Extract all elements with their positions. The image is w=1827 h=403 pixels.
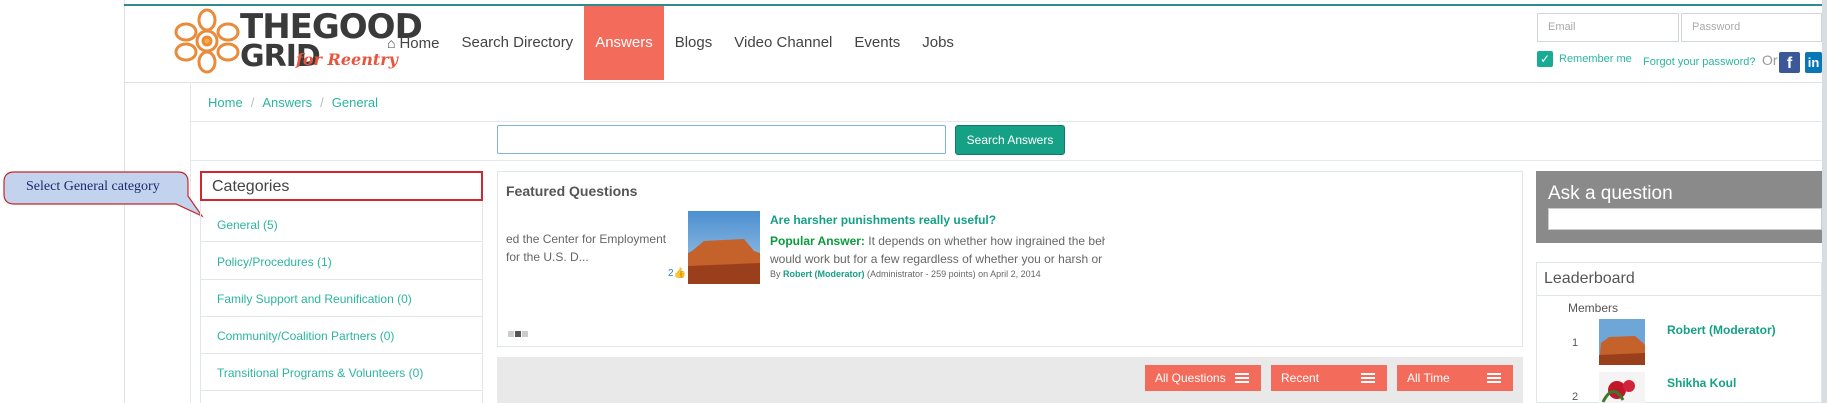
- answer-date: on April 2, 2014: [978, 269, 1041, 279]
- nav-blogs[interactable]: Blogs: [664, 6, 724, 80]
- category-divider: [200, 279, 483, 280]
- ask-question-title: Ask a question: [1548, 183, 1673, 204]
- leader-rank: 2: [1572, 391, 1579, 403]
- leaderboard-title: Leaderboard: [1544, 270, 1635, 287]
- tab-all-questions[interactable]: All Questions: [1145, 365, 1261, 391]
- tab-all-time[interactable]: All Time: [1397, 365, 1513, 391]
- main-nav: ⌂ Home Search Directory Answers Blogs Vid…: [376, 6, 965, 80]
- snippet-line: for the U.S. D...: [506, 250, 589, 264]
- carousel-dot-active[interactable]: [515, 331, 521, 337]
- categories-title: Categories: [212, 178, 290, 195]
- forgot-password-link[interactable]: Forgot your password?: [1643, 56, 1756, 68]
- breadcrumb-general[interactable]: General: [332, 95, 378, 110]
- nav-home-label: Home: [399, 35, 440, 52]
- password-field[interactable]: Password: [1681, 13, 1822, 42]
- ask-question-input[interactable]: [1548, 208, 1822, 230]
- menu-icon: [1361, 373, 1375, 383]
- category-divider: [200, 316, 483, 317]
- popular-answer-label: Popular Answer:: [770, 234, 865, 248]
- popular-answer: Popular Answer: It depends on whether ho…: [770, 232, 1105, 268]
- or-label: Or: [1762, 52, 1778, 68]
- menu-icon: [1235, 373, 1249, 383]
- snippet-line: ed the Center for Employment: [506, 232, 667, 246]
- category-divider: [200, 241, 483, 242]
- tab-label: Recent: [1281, 371, 1320, 385]
- tab-label: All Questions: [1155, 371, 1226, 385]
- category-divider: [200, 390, 483, 391]
- category-community-partners[interactable]: Community/Coalition Partners (0): [217, 329, 394, 343]
- remember-me[interactable]: ✓ Remember me: [1537, 51, 1632, 67]
- remember-label: Remember me: [1559, 53, 1632, 65]
- breadcrumb-separator: /: [320, 95, 324, 110]
- tab-label: All Time: [1407, 371, 1450, 385]
- breadcrumb: Home / Answers / General: [208, 95, 378, 110]
- tab-recent[interactable]: Recent: [1271, 365, 1387, 391]
- answer-line: would work but for a few regardless of w…: [770, 252, 1103, 266]
- ask-question-panel: [1536, 171, 1822, 243]
- avatar[interactable]: [1599, 372, 1645, 403]
- nav-search-directory[interactable]: Search Directory: [450, 6, 584, 80]
- breadcrumb-home[interactable]: Home: [208, 95, 243, 110]
- answer-byline: By Robert (Moderator) (Administrator - 2…: [770, 269, 1041, 279]
- category-divider: [200, 353, 483, 354]
- nav-jobs[interactable]: Jobs: [911, 6, 965, 80]
- breadcrumb-divider: [190, 121, 1822, 122]
- category-policy-procedures[interactable]: Policy/Procedures (1): [217, 255, 332, 269]
- home-icon: ⌂: [387, 35, 396, 51]
- thumbs-up-icon: 👍: [673, 268, 687, 279]
- author-link[interactable]: Robert (Moderator): [783, 269, 865, 279]
- like-count[interactable]: 2👍: [668, 268, 686, 279]
- leaderboard-divider: [1536, 295, 1822, 296]
- menu-icon: [1487, 373, 1501, 383]
- category-general[interactable]: General (5): [217, 218, 278, 232]
- category-transitional-programs[interactable]: Transitional Programs & Volunteers (0): [217, 366, 423, 380]
- category-family-support[interactable]: Family Support and Reunification (0): [217, 292, 412, 306]
- breadcrumb-answers[interactable]: Answers: [262, 95, 312, 110]
- carousel-dot[interactable]: [508, 331, 514, 337]
- facebook-icon[interactable]: f: [1779, 52, 1800, 73]
- by-prefix: By: [770, 269, 781, 279]
- featured-title: Featured Questions: [506, 183, 638, 199]
- author-meta: (Administrator - 259 points): [867, 269, 976, 279]
- search-divider: [190, 160, 1822, 161]
- remember-checkbox[interactable]: ✓: [1537, 51, 1553, 67]
- previous-question-snippet[interactable]: ed the Center for Employment for the U.S…: [506, 230, 666, 266]
- members-label: Members: [1568, 301, 1619, 315]
- avatar[interactable]: [1599, 319, 1645, 365]
- email-field[interactable]: Email: [1537, 13, 1679, 42]
- nav-events[interactable]: Events: [843, 6, 911, 80]
- carousel-dot[interactable]: [522, 331, 528, 337]
- breadcrumb-separator: /: [250, 95, 255, 110]
- nav-home[interactable]: ⌂ Home: [376, 6, 450, 80]
- leader-name[interactable]: Shikha Koul: [1667, 376, 1736, 390]
- nav-answers[interactable]: Answers: [584, 6, 664, 80]
- search-answers-button[interactable]: Search Answers: [955, 125, 1065, 155]
- content-left-border: [190, 82, 191, 403]
- scrollbar[interactable]: [1822, 0, 1827, 403]
- header-divider: [124, 82, 1822, 83]
- question-thumbnail[interactable]: [688, 211, 760, 284]
- leader-name[interactable]: Robert (Moderator): [1667, 323, 1776, 337]
- featured-question-link[interactable]: Are harsher punishments really useful?: [770, 213, 996, 227]
- leader-rank: 1: [1572, 337, 1579, 349]
- carousel-indicators: [508, 331, 528, 337]
- callout-text: Select General category: [26, 179, 160, 194]
- answer-line: It depends on whether how ingrained the …: [868, 234, 1105, 248]
- search-answers-input[interactable]: [497, 125, 946, 154]
- linkedin-icon[interactable]: in: [1805, 52, 1822, 73]
- nav-video-channel[interactable]: Video Channel: [723, 6, 843, 80]
- flower-logo-icon: [174, 8, 240, 74]
